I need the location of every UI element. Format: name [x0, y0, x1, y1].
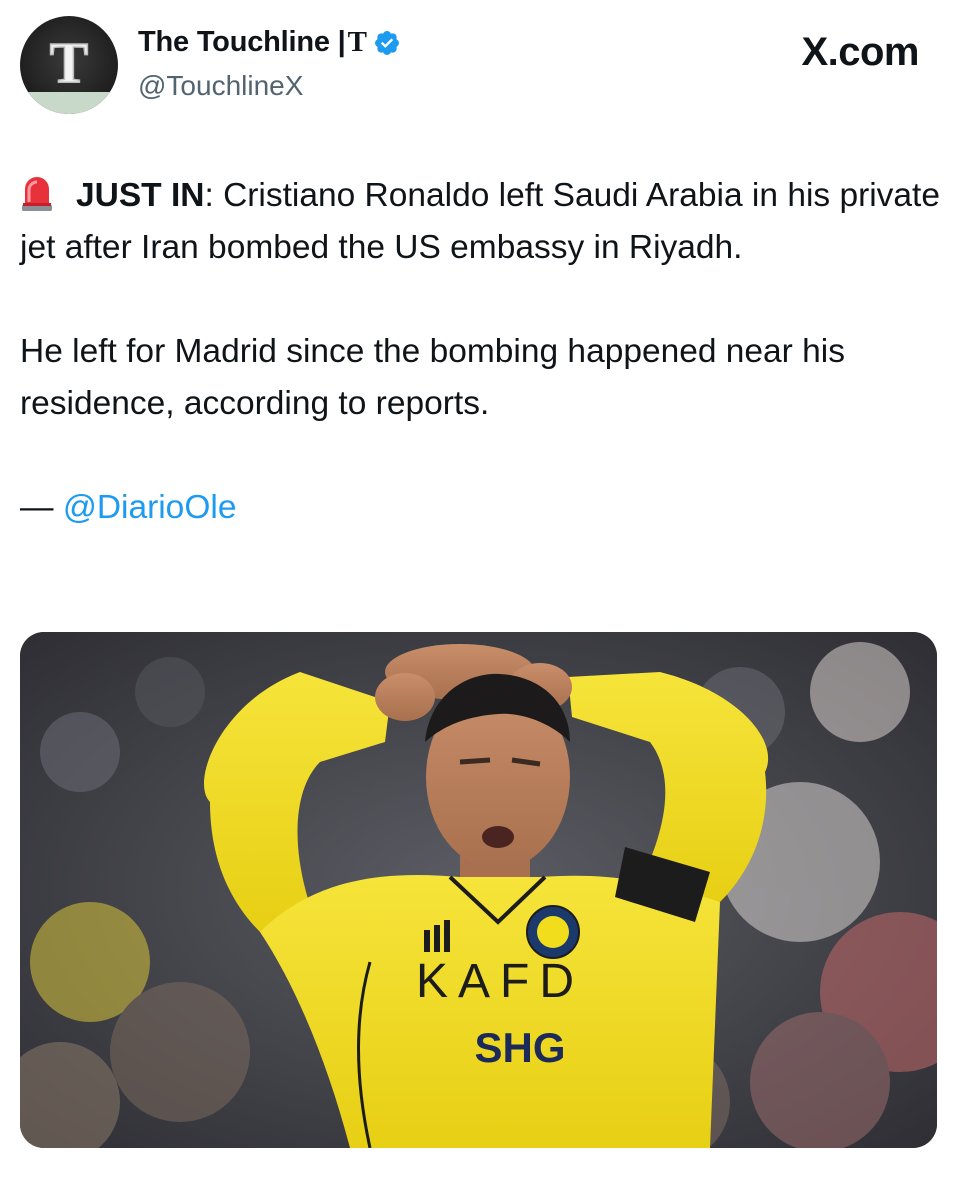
avatar[interactable]: T [20, 16, 118, 114]
tweet-paragraph-1: JUST IN: Cristiano Ronaldo left Saudi Ar… [20, 170, 940, 274]
author-name[interactable]: The Touchline | T [138, 26, 401, 59]
tweet-attribution: — @DiarioOle [20, 482, 940, 534]
siren-icon [20, 174, 54, 212]
tweet-photo[interactable]: KAFD SHG [20, 632, 937, 1148]
author-handle[interactable]: @TouchlineX [138, 70, 303, 102]
sleeve-sponsor-text: SHG [474, 1024, 565, 1071]
mention-link[interactable]: @DiarioOle [63, 489, 237, 526]
shirt-sponsor-text: KAFD [416, 955, 584, 1008]
attribution-dash: — [20, 489, 63, 526]
source-site-label: X.com [801, 30, 919, 74]
tweet-paragraph-2: He left for Madrid since the bombing hap… [20, 333, 845, 422]
name-suffix: T [347, 26, 367, 58]
tweet-body: JUST IN: Cristiano Ronaldo left Saudi Ar… [20, 170, 940, 534]
verified-badge-icon [373, 29, 401, 57]
svg-text:T: T [50, 30, 89, 95]
just-in-label: JUST IN [76, 177, 205, 214]
avatar-logo-icon: T [49, 29, 89, 96]
display-name: The Touchline | [138, 26, 346, 58]
player-photo: KAFD SHG [20, 632, 937, 1148]
